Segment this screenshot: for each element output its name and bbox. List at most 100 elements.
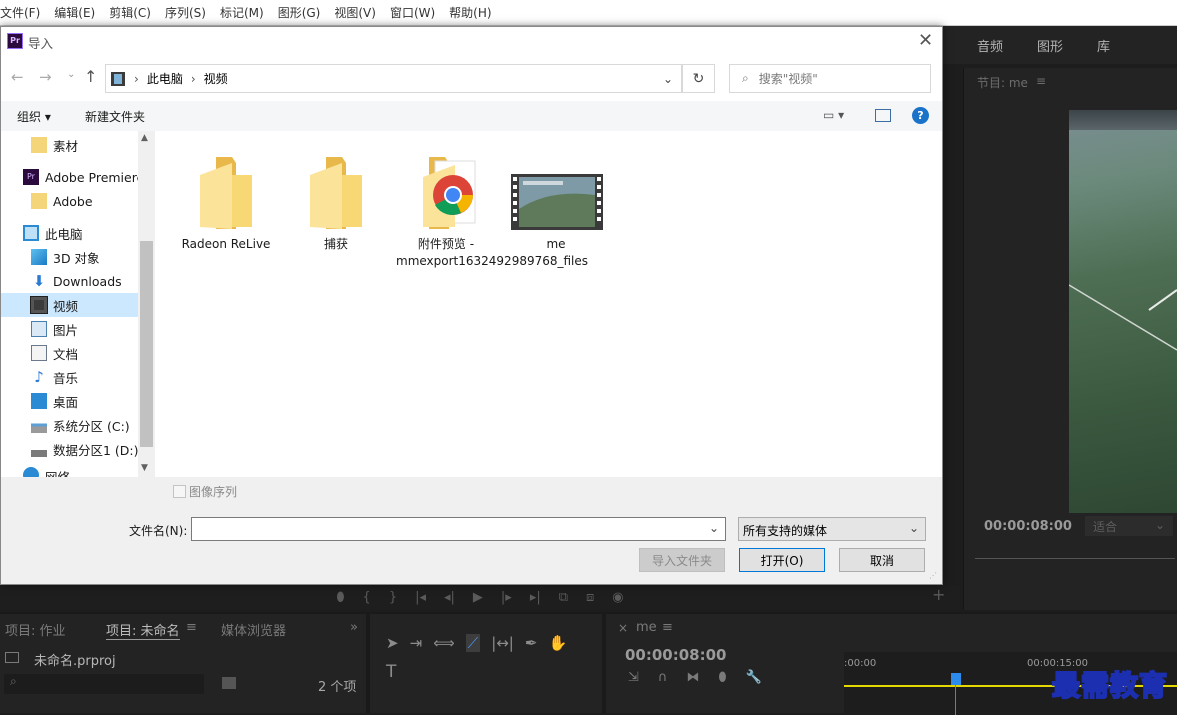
preview-pane-icon[interactable] (875, 109, 891, 122)
scroll-up-icon[interactable]: ▲ (141, 133, 148, 143)
view-options-icon[interactable]: ▭ ▾ (823, 108, 844, 122)
type-tool-icon[interactable]: T (386, 662, 396, 682)
open-button[interactable]: 打开(O) (739, 548, 825, 572)
sidebar-item-material[interactable]: 素材 (1, 133, 138, 157)
close-icon[interactable]: ✕ (918, 30, 933, 51)
up-arrow-icon[interactable]: ↑ (84, 67, 97, 86)
filename-input[interactable]: ⌄ (191, 517, 726, 541)
sidebar-item-documents[interactable]: 文档 (1, 341, 138, 365)
file-item-attachment-preview[interactable]: 附件预览 - mmexport1632492989768_files (396, 149, 588, 270)
sidebar-item-downloads[interactable]: ⬇ Downloads (1, 269, 138, 293)
tab-project-homework[interactable]: 项目: 作业 (5, 620, 66, 639)
marker-icon[interactable]: ⬮ (336, 590, 344, 605)
recent-chevron-icon[interactable]: ⌄ (67, 69, 75, 80)
panel-menu-icon[interactable]: ≡ (1036, 74, 1046, 88)
filename-dropdown-icon[interactable]: ⌄ (709, 521, 719, 535)
project-panel-menu-icon[interactable]: ≡ (186, 620, 197, 635)
selection-tool-icon[interactable]: ➤ (386, 634, 399, 652)
menu-sequence[interactable]: 序列(S) (158, 4, 213, 21)
menu-file[interactable]: 文件(F) (0, 4, 47, 21)
track-select-icon[interactable]: ⇥ (410, 634, 423, 652)
sidebar-item-drive-c[interactable]: 系统分区 (C:) (1, 413, 138, 437)
workspace-libraries[interactable]: 库 (1097, 36, 1110, 55)
slip-tool-icon[interactable]: |↔| (491, 634, 514, 652)
add-marker-icon[interactable]: ⬮ (718, 670, 726, 685)
pen-tool-icon[interactable]: ✒ (525, 634, 538, 652)
scroll-down-icon[interactable]: ▼ (141, 463, 148, 473)
sidebar-item-this-pc[interactable]: 此电脑 (1, 221, 138, 245)
sidebar-item-music[interactable]: ♪ 音乐 (1, 365, 138, 389)
help-icon[interactable]: ? (912, 107, 929, 124)
search-input[interactable]: ⌕ 搜索"视频" (729, 64, 931, 93)
add-button-icon[interactable]: + (932, 585, 945, 604)
file-list[interactable]: Radeon ReLive 捕获 附件预览 - mmexport16324929… (156, 131, 942, 477)
file-item-radeon-relive[interactable]: Radeon ReLive (176, 149, 276, 253)
sidebar-item-adobe[interactable]: Adobe (1, 189, 138, 213)
sidebar-scroll-thumb[interactable] (140, 241, 153, 447)
sidebar-item-videos[interactable]: 视频 (1, 293, 138, 317)
menu-marker[interactable]: 标记(M) (213, 4, 271, 21)
program-ruler[interactable] (975, 549, 1175, 559)
go-to-out-icon[interactable]: ▸| (530, 590, 541, 605)
more-tabs-icon[interactable]: » (350, 620, 358, 635)
organize-button[interactable]: 组织 ▾ (17, 108, 51, 125)
linked-selection-icon[interactable]: ⧓ (686, 670, 699, 685)
file-item-capture[interactable]: 捕获 (286, 149, 386, 253)
address-dropdown-icon[interactable]: ⌄ (663, 72, 673, 86)
sidebar-item-drive-d[interactable]: 数据分区1 (D:) (1, 437, 139, 461)
snap-icon[interactable]: ∩ (658, 670, 668, 685)
overwrite-icon[interactable]: ⧈ (586, 590, 594, 605)
file-item-me[interactable]: me (506, 149, 606, 253)
sidebar-item-network[interactable]: 网络 (1, 467, 138, 477)
razor-tool-icon[interactable]: ⟋ (465, 634, 481, 652)
go-to-in-icon[interactable]: |◂ (415, 590, 426, 605)
close-sequence-icon[interactable]: × (618, 621, 628, 635)
dialog-titlebar[interactable]: Pr 导入 ✕ (1, 27, 942, 57)
resize-grip-icon[interactable]: ⋰ (929, 571, 937, 580)
menu-clip[interactable]: 剪辑(C) (102, 4, 158, 21)
tab-project-untitled[interactable]: 项目: 未命名 (106, 620, 180, 640)
sequence-timecode[interactable]: 00:00:08:00 (625, 646, 727, 664)
program-timecode[interactable]: 00:00:08:00 (984, 519, 1072, 534)
workspace-graphics[interactable]: 图形 (1037, 36, 1063, 55)
hand-tool-icon[interactable]: ✋ (548, 634, 567, 652)
insert-icon[interactable]: ⧉ (559, 590, 568, 605)
sidebar-item-desktop[interactable]: 桌面 (1, 389, 138, 413)
tab-sequence-me[interactable]: me (636, 620, 657, 635)
timeline-menu-icon[interactable]: ≡ (662, 620, 673, 635)
menu-help[interactable]: 帮助(H) (442, 4, 498, 21)
mark-out-icon[interactable]: } (389, 590, 397, 605)
settings-wrench-icon[interactable]: 🔧 (746, 670, 762, 685)
breadcrumb-this-pc[interactable]: 此电脑 (147, 70, 183, 87)
ripple-edit-icon[interactable]: ⟺ (433, 634, 455, 652)
import-folder-button[interactable]: 导入文件夹 (639, 548, 725, 572)
menu-graphics[interactable]: 图形(G) (271, 4, 328, 21)
program-monitor-title[interactable]: 节目: me (977, 74, 1028, 91)
menu-edit[interactable]: 编辑(E) (47, 4, 102, 21)
address-bar[interactable]: › 此电脑 › 视频 ⌄ (105, 64, 682, 93)
sidebar-item-pictures[interactable]: 图片 (1, 317, 138, 341)
new-folder-button[interactable]: 新建文件夹 (85, 108, 145, 125)
menu-view[interactable]: 视图(V) (327, 4, 383, 21)
mark-in-icon[interactable]: { (363, 590, 371, 605)
workspace-audio[interactable]: 音频 (977, 36, 1003, 55)
back-arrow-icon[interactable]: ← (11, 68, 24, 86)
playhead-handle[interactable] (951, 673, 961, 685)
tab-media-browser[interactable]: 媒体浏览器 (221, 620, 286, 639)
breadcrumb-videos[interactable]: 视频 (204, 70, 228, 87)
camera-icon[interactable]: ◉ (612, 590, 623, 605)
play-icon[interactable]: ▶ (473, 590, 483, 605)
refresh-icon[interactable]: ↻ (682, 64, 715, 93)
cancel-button[interactable]: 取消 (839, 548, 925, 572)
forward-arrow-icon[interactable]: → (39, 68, 52, 86)
file-type-select[interactable]: 所有支持的媒体 ⌄ (738, 517, 926, 541)
step-forward-icon[interactable]: |▸ (501, 590, 512, 605)
nest-icon[interactable]: ⇲ (628, 670, 639, 685)
menu-window[interactable]: 窗口(W) (383, 4, 442, 21)
sidebar-item-3d-objects[interactable]: 3D 对象 (1, 245, 138, 269)
fit-dropdown[interactable]: 适合 ⌄ (1085, 516, 1173, 536)
new-bin-icon[interactable] (222, 677, 236, 689)
step-back-icon[interactable]: ◂| (444, 590, 455, 605)
sidebar-item-adobe-premiere[interactable]: Pr Adobe Premiere (1, 165, 144, 189)
project-search-input[interactable]: ⌕ (4, 674, 204, 694)
